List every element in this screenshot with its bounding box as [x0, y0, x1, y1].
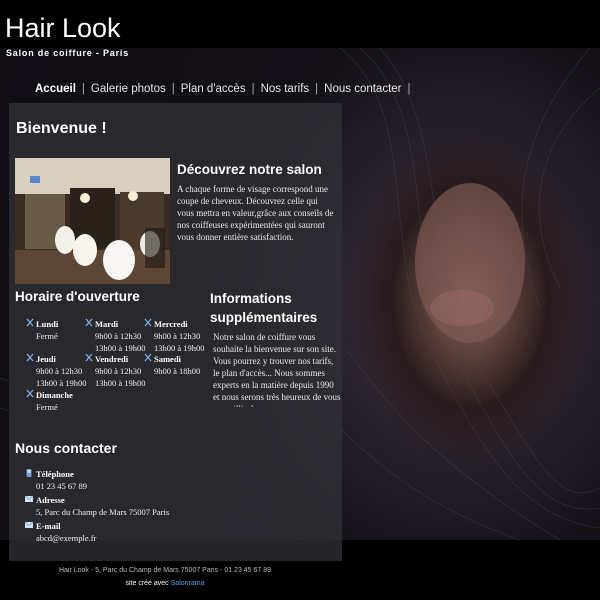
scissors-icon: [85, 353, 93, 362]
day-hours: 13h00 à 19h00: [36, 378, 87, 388]
nav-item-tarifs[interactable]: Nos tarifs: [261, 83, 310, 95]
contact-value: 5, Parc du Champ de Mars 75007 Paris: [36, 507, 170, 517]
contact-email: E-mail abcd@exemple.fr: [25, 520, 96, 544]
envelope-icon: [25, 495, 33, 502]
nav-item-contact[interactable]: Nous contacter: [324, 83, 401, 95]
nav-item-plan[interactable]: Plan d'accès: [181, 83, 246, 95]
day-hours: 9h00 à 12h30: [36, 366, 83, 376]
nav-separator: |: [171, 83, 175, 95]
nav-separator: |: [81, 83, 85, 95]
welcome-heading: Bienvenue !: [16, 120, 107, 137]
day-hours: 13h00 à 19h00: [95, 378, 146, 388]
nav-separator: |: [315, 83, 319, 95]
scissors-icon: [26, 353, 34, 362]
scissors-icon: [85, 318, 93, 327]
info-heading: Informations supplémentaires: [210, 291, 318, 325]
phone-icon: [26, 469, 32, 477]
hours-day: Mercredi 9h00 à 12h30 13h00 à 19h00: [144, 318, 216, 354]
discover-text: A chaque forme de visage correspond une …: [177, 184, 334, 242]
scissors-icon: [26, 389, 34, 398]
day-name: Mercredi: [154, 319, 188, 329]
site-tagline: Salon de coiffure - Paris: [6, 48, 130, 58]
salon-photo: [15, 158, 170, 284]
scissors-icon: [144, 318, 152, 327]
day-hours: 9h00 à 12h30: [154, 331, 201, 341]
mail-icon: [25, 521, 33, 528]
contact-label: Adresse: [36, 495, 65, 505]
credit-brand-link[interactable]: Salonrama: [171, 580, 205, 587]
scissors-icon: [26, 318, 34, 327]
contact-label: Téléphone: [36, 469, 74, 479]
contact-phone: Téléphone 01 23 45 67 89: [25, 468, 87, 492]
hours-day: Samedi 9h00 à 18h00: [144, 353, 216, 377]
credit-prefix: site créé avec: [125, 580, 171, 587]
day-hours: Fermé: [36, 402, 58, 412]
day-hours: 9h00 à 12h30: [95, 331, 142, 341]
hours-heading: Horaire d'ouverture: [15, 289, 140, 304]
contact-value: 01 23 45 67 89: [36, 481, 87, 491]
day-name: Dimanche: [36, 390, 73, 400]
day-name: Samedi: [154, 354, 181, 364]
contact-heading: Nous contacter: [15, 440, 117, 456]
day-hours: 9h00 à 18h00: [154, 366, 201, 376]
nav-item-galerie[interactable]: Galerie photos: [91, 83, 166, 95]
nav-separator: |: [251, 83, 255, 95]
footer-info: Hair Look - 5, Parc du Champ de Mars 750…: [58, 567, 272, 574]
contact-value[interactable]: abcd@exemple.fr: [36, 532, 96, 544]
nav-item-accueil[interactable]: Accueil: [35, 83, 76, 95]
nav-separator: |: [407, 83, 411, 95]
info-text: Notre salon de coiffure vous souhaite la…: [213, 332, 341, 407]
main-nav: Accueil | Galerie photos | Plan d'accès …: [35, 83, 417, 95]
footer-credit: site créé avec Salonrama: [0, 580, 330, 587]
site-logo[interactable]: Hair Look: [5, 13, 121, 44]
discover-heading: Découvrez notre salon: [177, 162, 322, 177]
scissors-icon: [144, 353, 152, 362]
site-header: Hair Look: [0, 0, 600, 48]
day-hours: Fermé: [36, 331, 58, 341]
day-hours: 9h00 à 12h30: [95, 366, 142, 376]
contact-label: E-mail: [36, 521, 61, 531]
contact-address: Adresse 5, Parc du Champ de Mars 75007 P…: [25, 494, 169, 518]
hours-day: Dimanche Fermé: [26, 389, 98, 413]
